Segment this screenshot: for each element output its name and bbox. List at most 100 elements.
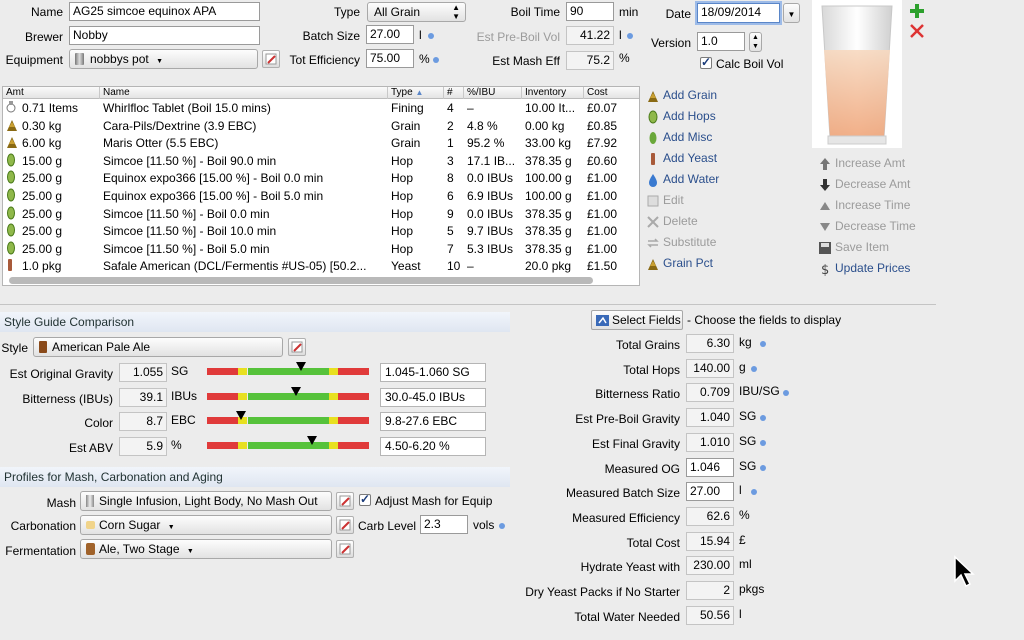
pre-boil-value: 41.22 [566, 26, 614, 45]
mash-tun-icon [86, 495, 94, 507]
cell-name: Simcoe [11.50 %] - Boil 10.0 min [103, 224, 277, 239]
efficiency-input[interactable]: 75.00 [366, 49, 414, 68]
section-divider [0, 304, 936, 305]
version-input[interactable]: 1.0 [697, 32, 745, 51]
style-meter [207, 435, 369, 449]
info-dot-icon[interactable] [751, 489, 757, 496]
style-row-range: 30.0-45.0 IBUs [380, 387, 486, 407]
table-row[interactable]: 25.00 g Equinox expo366 [15.00 %] - Boil … [3, 188, 639, 206]
info-dot-icon[interactable] [433, 57, 439, 63]
cell-type: Grain [391, 118, 421, 133]
info-dot-icon[interactable] [751, 365, 757, 372]
cell-cost: £1.00 [587, 189, 618, 203]
cell-amt: 25.00 g [22, 189, 63, 203]
version-stepper[interactable]: ▲ ▼ [749, 32, 762, 52]
adjust-mash-checkbox[interactable] [359, 492, 371, 506]
batch-size-input[interactable]: 27.00 [366, 25, 414, 44]
select-fields-hint: - Choose the fields to display [687, 313, 842, 327]
fermenter-icon [86, 543, 95, 555]
style-picker-button[interactable] [288, 338, 306, 356]
carbonation-select[interactable]: Corn Sugar ▼ [80, 515, 332, 535]
field-label: Total Water Needed [574, 609, 680, 624]
info-dot-icon[interactable] [760, 341, 766, 347]
table-row[interactable]: 6.00 kg Maris Otter (5.5 EBC) Grain 1 95.2 %… [3, 135, 639, 153]
table-row[interactable]: 25.00 g Simcoe [11.50 %] - Boil 10.0 min H… [3, 223, 639, 241]
hop-icon [7, 153, 15, 167]
cell-inv: 378.35 g [525, 206, 572, 221]
field-value[interactable]: 1.046 [686, 457, 734, 477]
column-header-name[interactable]: Name [100, 87, 388, 99]
info-dot-icon[interactable] [760, 415, 766, 422]
style-row-value: 8.7 [119, 412, 167, 431]
table-row[interactable]: 1.0 pkg Safale American (DCL/Fermentis #U… [3, 258, 639, 276]
add-plus-icon[interactable] [909, 3, 925, 19]
cell-cost: £1.00 [587, 224, 618, 239]
hop-icon [7, 241, 15, 255]
equipment-select[interactable]: nobbys pot ▼ [69, 49, 258, 69]
cell-amt: 15.00 g [22, 153, 63, 168]
field-value: 15.94 [686, 531, 734, 551]
meter-segment [207, 441, 238, 449]
meter-segment [207, 368, 238, 375]
carb-level-input[interactable]: 2.3 [420, 515, 468, 534]
brewer-input[interactable]: Nobby [69, 26, 260, 45]
carbonation-picker-button[interactable] [336, 516, 354, 534]
mash-picker-button[interactable] [336, 492, 354, 510]
cell-pct: 0.0 IBUs [467, 171, 514, 186]
carb-level-unit: vols [473, 518, 495, 532]
style-row-label: Est ABV [68, 440, 113, 455]
info-dot-icon[interactable] [783, 390, 789, 397]
cell-pct: 5.3 IBUs [467, 241, 514, 256]
ingredients-table[interactable]: Amt Name Type ▲ # %/IBU Inventory Cost 0… [2, 86, 640, 286]
table-row[interactable]: 25.00 g Simcoe [11.50 %] - Boil 0.0 min Ho… [3, 206, 639, 224]
meter-marker-icon [236, 411, 247, 420]
meter-segment [247, 368, 329, 375]
name-input[interactable]: AG25 simcoe equinox APA [69, 2, 260, 21]
info-dot-icon[interactable] [627, 33, 633, 39]
column-header-type-label: Type [391, 87, 413, 98]
type-select[interactable]: All Grain ▲ ▼ [367, 2, 466, 22]
field-label: Total Cost [626, 535, 680, 550]
meter-marker-icon [295, 362, 306, 371]
column-header-number[interactable]: # [444, 87, 464, 99]
equipment-label: Equipment [5, 53, 63, 67]
cell-pct: 95.2 % [467, 136, 505, 151]
horizontal-scrollbar[interactable] [9, 277, 593, 284]
column-header-pct-ibu[interactable]: %/IBU [464, 87, 522, 99]
column-header-cost[interactable]: Cost [584, 87, 639, 99]
table-row[interactable]: 25.00 g Equinox expo366 [15.00 %] - Boil … [3, 170, 639, 188]
table-row[interactable]: 25.00 g Simcoe [11.50 %] - Boil 5.0 min Ho… [3, 241, 639, 259]
equipment-picker-button[interactable] [262, 50, 280, 68]
mash-eff-label: Est Mash Eff [492, 54, 560, 68]
style-select-value: American Pale Ale [52, 340, 151, 354]
yeast-vial-icon [651, 153, 655, 165]
info-dot-icon[interactable] [760, 439, 766, 446]
info-dot-icon[interactable] [428, 33, 434, 39]
cell-name: Equinox expo366 [15.00 %] - Boil 5.0 min [103, 189, 324, 203]
cell-pct: 17.1 IB... [467, 153, 516, 168]
style-select[interactable]: American Pale Ale [33, 337, 283, 357]
table-row[interactable]: 15.00 g Simcoe [11.50 %] - Boil 90.0 min H… [3, 153, 639, 171]
field-value[interactable]: 27.00 [686, 482, 734, 502]
field-label: Total Grains [615, 338, 680, 352]
date-picker-button[interactable]: ▼ [783, 3, 800, 23]
column-header-type[interactable]: Type ▲ [388, 87, 444, 99]
water-drop-icon [649, 174, 657, 187]
delete-x-icon[interactable] [909, 23, 925, 39]
fermentation-select[interactable]: Ale, Two Stage ▼ [80, 539, 332, 559]
date-input[interactable]: 18/09/2014 [697, 3, 780, 23]
mash-select[interactable]: Single Infusion, Light Body, No Mash Out [80, 491, 332, 511]
boil-time-input[interactable]: 90 [566, 2, 614, 21]
calc-boil-checkbox[interactable] [700, 55, 712, 69]
column-header-amt[interactable]: Amt [3, 87, 100, 99]
fermentation-picker-button[interactable] [336, 540, 354, 558]
efficiency-unit: % [419, 52, 430, 66]
column-header-inventory[interactable]: Inventory [522, 87, 584, 99]
adjust-mash-label: Adjust Mash for Equip [375, 494, 493, 508]
info-dot-icon[interactable] [760, 464, 766, 471]
edit-pencil-icon [339, 495, 351, 507]
table-row[interactable]: 0.30 kg Cara-Pils/Dextrine (3.9 EBC) Grain… [3, 118, 639, 136]
select-fields-button[interactable]: Select Fields [591, 310, 683, 330]
grain-icon [648, 259, 658, 270]
table-row[interactable]: 0.71 Items Whirlfloc Tablet (Boil 15.0 mi… [3, 100, 639, 118]
